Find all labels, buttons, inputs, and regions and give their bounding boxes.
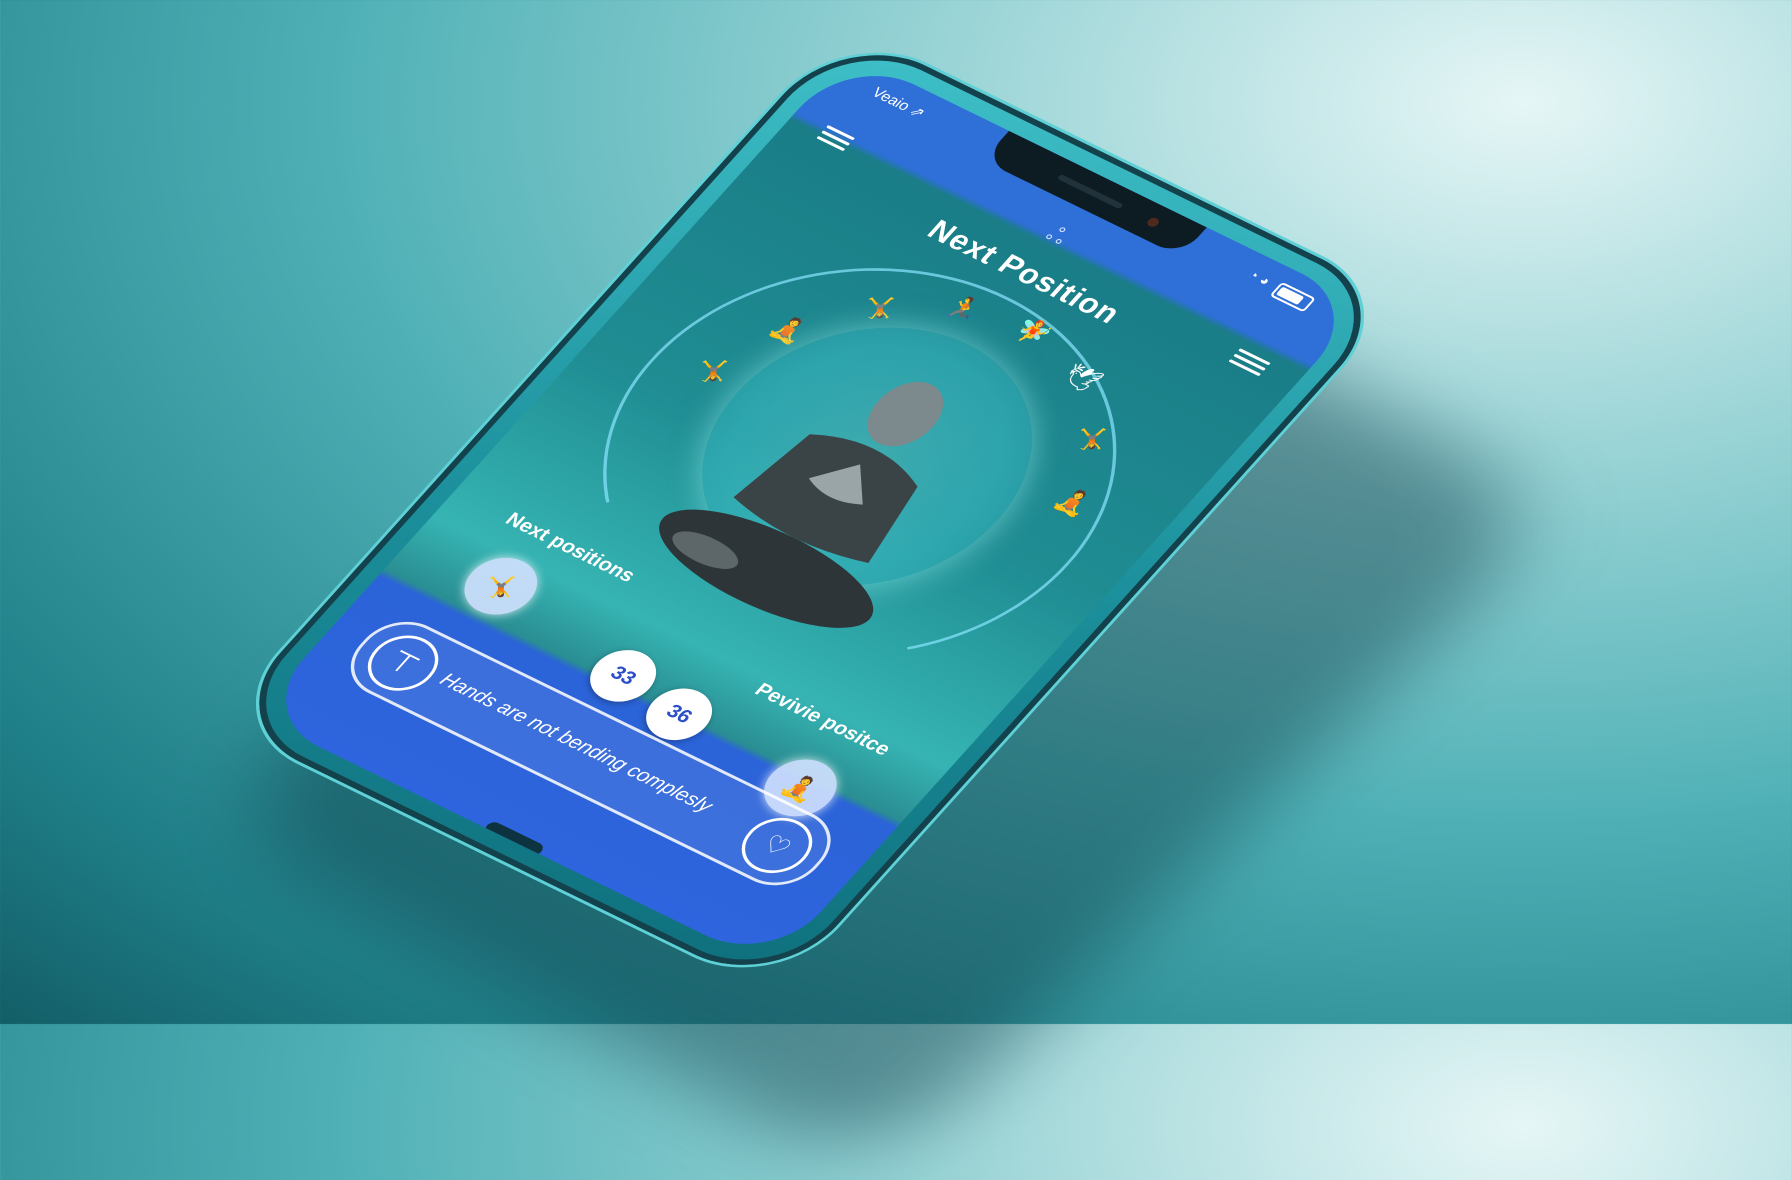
app-logo-icon: ஃ [1040,221,1074,249]
signal-icon: ◔ ◕ [1244,266,1275,289]
counter-value: 36 [661,700,698,728]
yoga-pose-icon: 🤸 [476,567,527,605]
menu-icon[interactable] [814,122,858,154]
posture-icon: ⊤ [353,625,453,701]
heart-icon[interactable]: ♡ [727,807,827,884]
battery-icon [1269,281,1317,313]
next-pose-button[interactable]: 🤸 [449,547,552,625]
carrier-label: Veaio ⇗ [868,84,929,122]
previous-position-label: Pevivie positce [749,679,896,760]
charging-port [482,820,546,858]
counter-value: 33 [605,662,642,689]
